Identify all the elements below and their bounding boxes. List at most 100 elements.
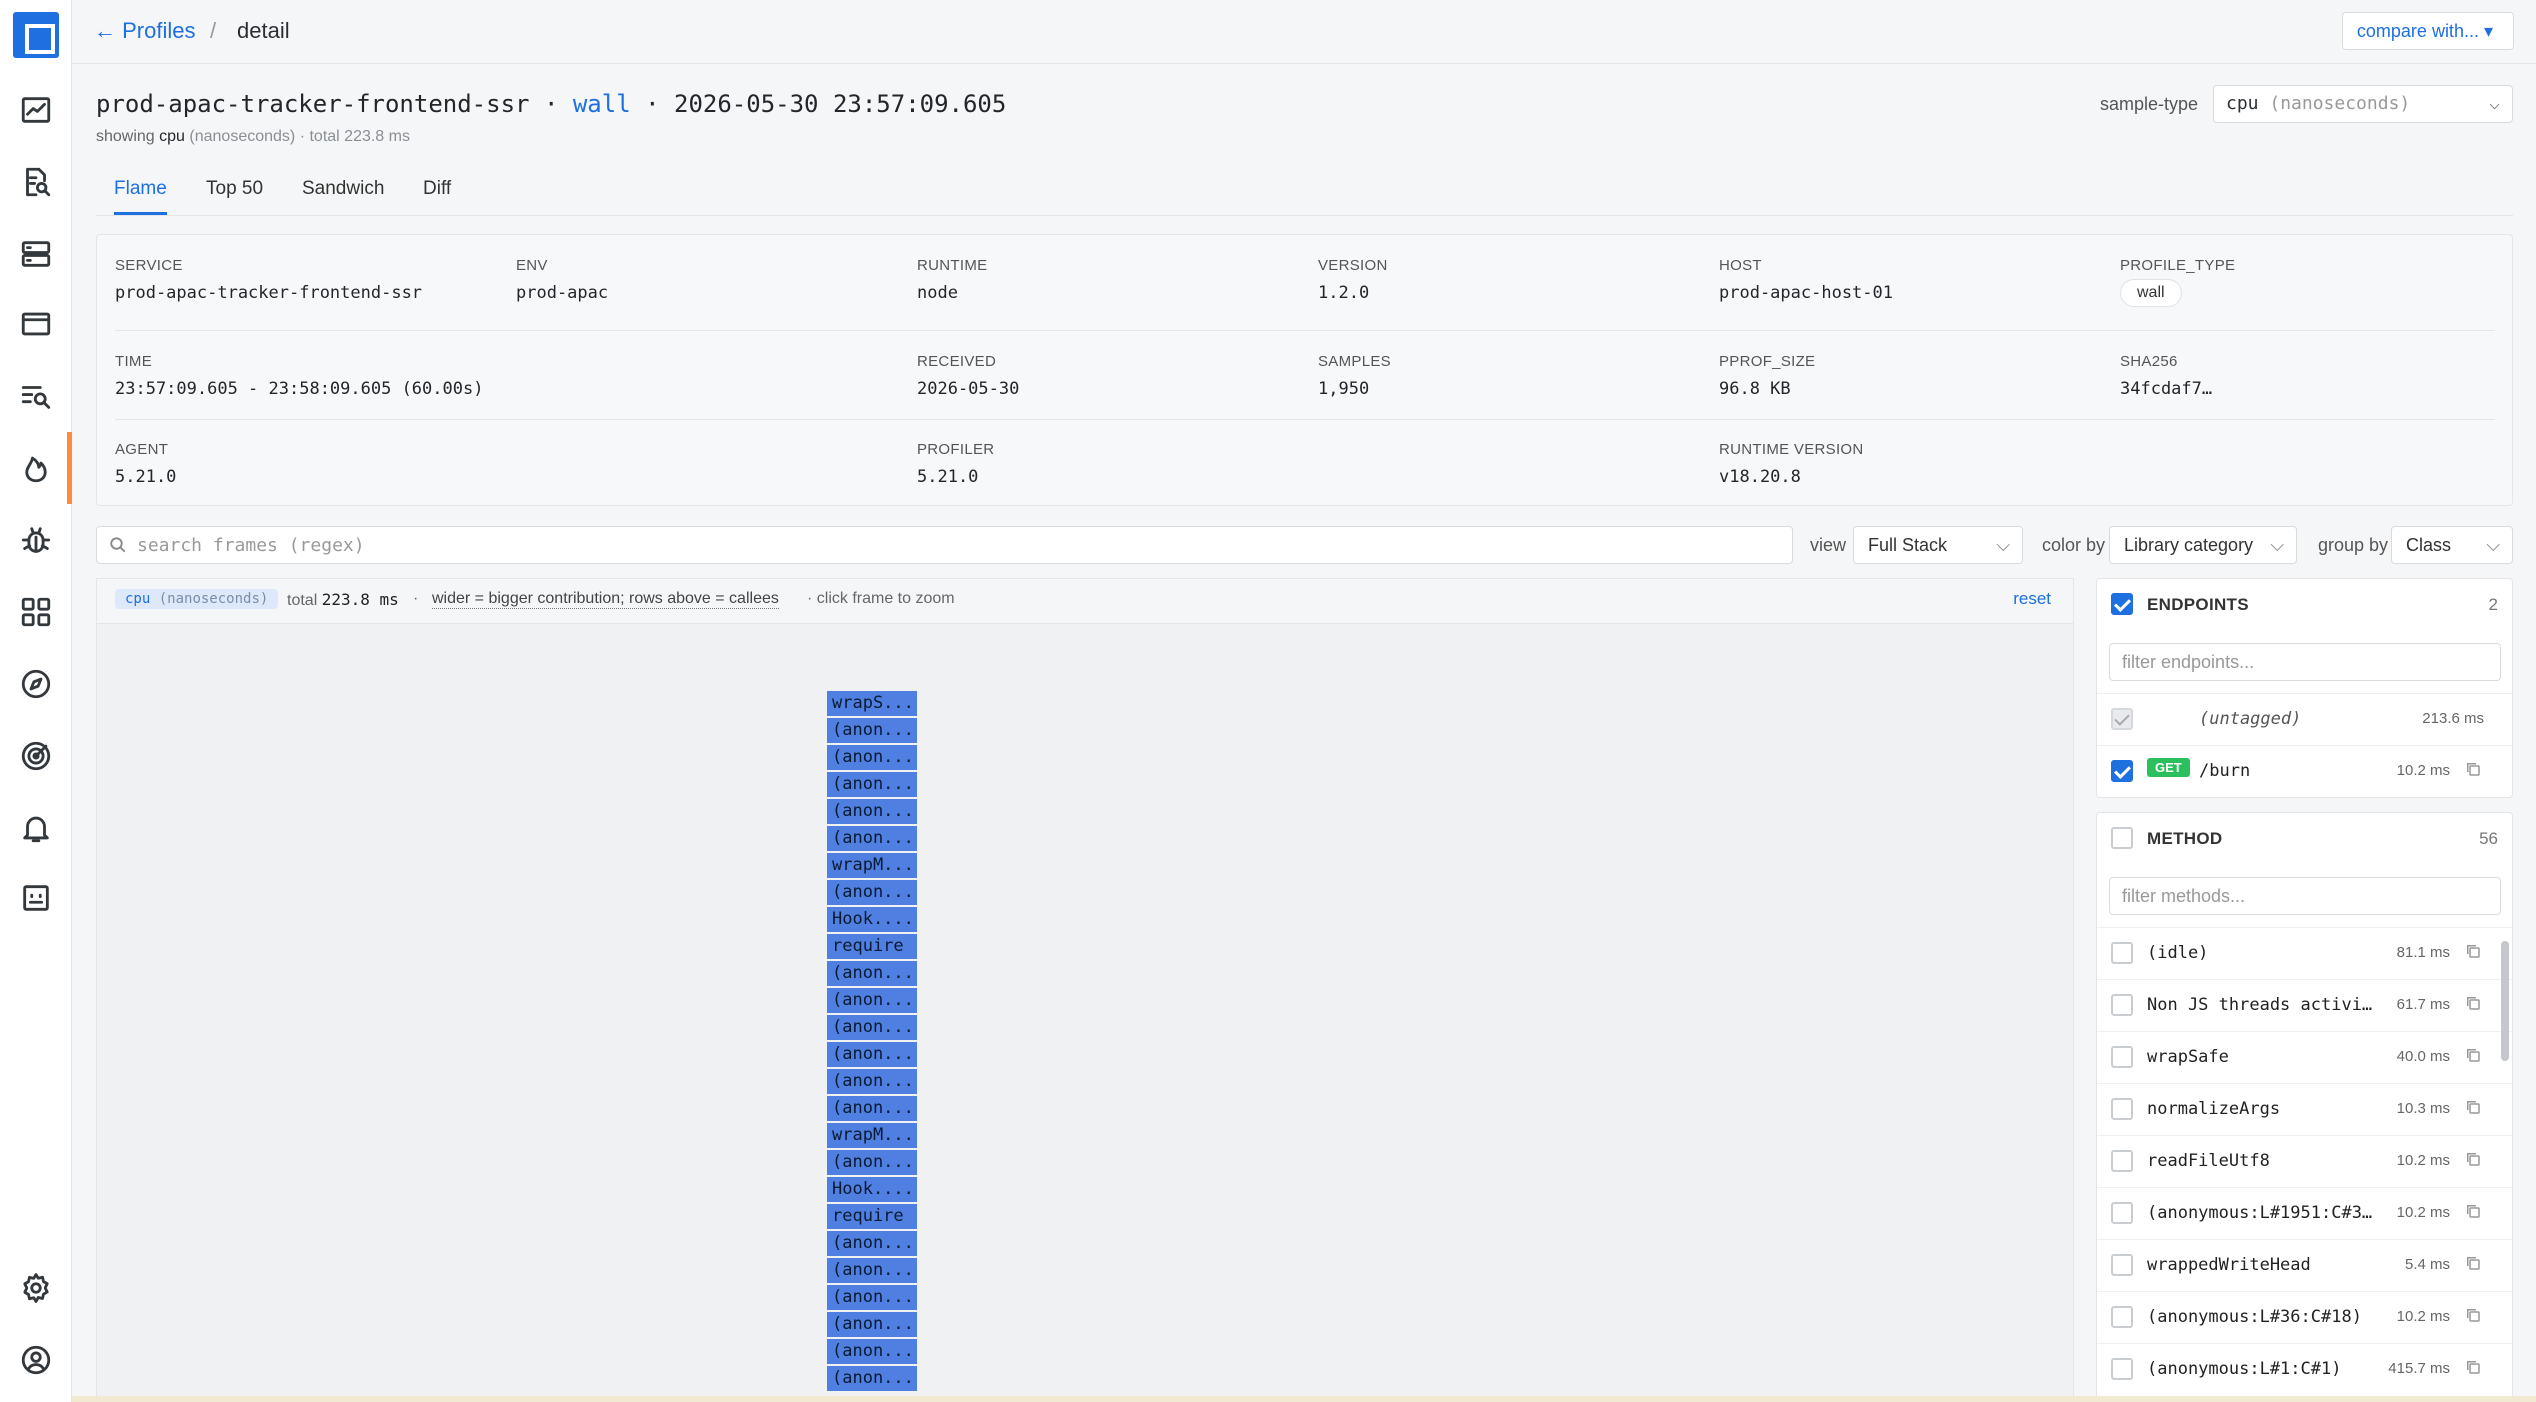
copy-icon[interactable] xyxy=(2464,1254,2482,1272)
chevron-down-icon: ⌵ xyxy=(2489,93,2500,114)
sample-type-select[interactable]: cpu (nanoseconds) ⌵ xyxy=(2213,85,2513,123)
flame-frame[interactable]: (anon... xyxy=(827,1015,917,1040)
bug-icon[interactable] xyxy=(18,522,54,558)
copy-icon[interactable] xyxy=(2464,942,2482,960)
method-checkbox[interactable] xyxy=(2111,1254,2133,1276)
dashboard-grid-icon[interactable] xyxy=(18,594,54,630)
flame-frame[interactable]: (anon... xyxy=(827,826,917,851)
search-icon xyxy=(110,537,126,553)
method-row[interactable]: (anonymous:L#1:C#1) 415.7 ms xyxy=(2097,1343,2512,1395)
flame-frame[interactable]: (anon... xyxy=(827,1285,917,1310)
server-icon[interactable] xyxy=(18,236,54,272)
flame-frame[interactable]: (anon... xyxy=(827,799,917,824)
method-row[interactable]: (idle) 81.1 ms xyxy=(2097,927,2512,979)
flame-frame[interactable]: (anon... xyxy=(827,961,917,986)
method-row[interactable]: readFileUtf8 10.2 ms xyxy=(2097,1135,2512,1187)
gear-icon[interactable] xyxy=(18,1270,54,1306)
flame-frame[interactable]: (anon... xyxy=(827,1366,917,1391)
compass-icon[interactable] xyxy=(18,666,54,702)
endpoint-row[interactable]: (untagged) 213.6 ms xyxy=(2097,693,2512,745)
flame-frame[interactable]: (anon... xyxy=(827,1312,917,1337)
method-row[interactable]: wrappedWriteHead 5.4 ms xyxy=(2097,1239,2512,1291)
flame-frame[interactable]: (anon... xyxy=(827,1339,917,1364)
endpoint-checkbox[interactable] xyxy=(2111,760,2133,782)
flame-frame[interactable]: require xyxy=(827,1204,917,1229)
method-checkbox[interactable] xyxy=(2111,1202,2133,1224)
method-row[interactable]: normalizeArgs 10.3 ms xyxy=(2097,1083,2512,1135)
endpoints-toggle-all-checkbox[interactable] xyxy=(2111,593,2133,615)
document-search-icon[interactable] xyxy=(18,164,54,200)
copy-icon[interactable] xyxy=(2464,994,2482,1012)
flame-frame[interactable]: (anon... xyxy=(827,772,917,797)
tab-sandwich[interactable]: Sandwich xyxy=(302,178,384,212)
flame-frame[interactable]: (anon... xyxy=(827,1258,917,1283)
flame-frame[interactable]: (anon... xyxy=(827,1096,917,1121)
tab-flame[interactable]: Flame xyxy=(114,178,167,215)
compare-with-button[interactable]: compare with... ▾ xyxy=(2341,12,2514,50)
group-by-select[interactable]: Class ⌵ xyxy=(2391,526,2513,564)
methods-count: 56 xyxy=(2479,829,2498,848)
bell-icon[interactable] xyxy=(18,810,54,846)
chart-line-icon[interactable] xyxy=(18,92,54,128)
tab-top-50[interactable]: Top 50 xyxy=(206,178,263,212)
method-checkbox[interactable] xyxy=(2111,1358,2133,1380)
flame-icon[interactable] xyxy=(18,450,54,486)
method-time: 40.0 ms xyxy=(2396,1048,2450,1065)
copy-icon[interactable] xyxy=(2464,1046,2482,1064)
copy-icon[interactable] xyxy=(2464,1098,2482,1116)
flame-frame[interactable]: (anon... xyxy=(827,988,917,1013)
target-icon[interactable] xyxy=(18,738,54,774)
app-logo[interactable] xyxy=(13,12,59,58)
meta-value-received: 2026-05-30 xyxy=(917,379,1020,399)
copy-icon[interactable] xyxy=(2464,760,2482,778)
method-checkbox[interactable] xyxy=(2111,1150,2133,1172)
methods-toggle-all-checkbox[interactable] xyxy=(2111,827,2133,849)
flame-frame[interactable]: (anon... xyxy=(827,1231,917,1256)
meta-key-received: RECEIVED xyxy=(917,353,997,370)
endpoint-checkbox[interactable] xyxy=(2111,708,2133,730)
view-select[interactable]: Full Stack ⌵ xyxy=(1853,526,2023,564)
browser-window-icon[interactable] xyxy=(18,306,54,342)
endpoints-filter-input[interactable] xyxy=(2109,643,2501,681)
flame-frame[interactable]: require xyxy=(827,934,917,959)
flame-frame[interactable]: (anon... xyxy=(827,718,917,743)
color-by-label: color by xyxy=(2042,535,2106,555)
methods-panel: METHOD 56 (idle) 81.1 ms Non JS threads ac… xyxy=(2096,812,2513,1402)
method-row[interactable]: (anonymous:L#1951:C#3… 10.2 ms xyxy=(2097,1187,2512,1239)
color-by-select[interactable]: Library category ⌵ xyxy=(2109,526,2297,564)
copy-icon[interactable] xyxy=(2464,1202,2482,1220)
flame-frame[interactable]: wrapS... xyxy=(827,691,917,716)
log-search-icon[interactable] xyxy=(18,378,54,414)
flame-frame[interactable]: (anon... xyxy=(827,745,917,770)
flame-frame[interactable]: (anon... xyxy=(827,1069,917,1094)
flame-frame[interactable]: Hook.... xyxy=(827,1177,917,1202)
copy-icon[interactable] xyxy=(2464,1150,2482,1168)
method-checkbox[interactable] xyxy=(2111,1046,2133,1068)
methods-filter-input[interactable] xyxy=(2109,877,2501,915)
flame-frame[interactable]: (anon... xyxy=(827,880,917,905)
method-checkbox[interactable] xyxy=(2111,942,2133,964)
copy-icon[interactable] xyxy=(2464,1306,2482,1324)
method-row[interactable]: wrapSafe 40.0 ms xyxy=(2097,1031,2512,1083)
method-row[interactable]: (anonymous:L#36:C#18) 10.2 ms xyxy=(2097,1291,2512,1343)
reset-zoom-link[interactable]: reset xyxy=(2013,589,2051,609)
flame-frame[interactable]: (anon... xyxy=(827,1042,917,1067)
robot-icon[interactable] xyxy=(18,880,54,916)
method-checkbox[interactable] xyxy=(2111,994,2133,1016)
flame-frame[interactable]: wrapM... xyxy=(827,1123,917,1148)
user-avatar-icon[interactable] xyxy=(18,1342,54,1378)
method-checkbox[interactable] xyxy=(2111,1306,2133,1328)
meta-divider xyxy=(115,419,2495,420)
flame-frame[interactable]: (anon... xyxy=(827,1150,917,1175)
breadcrumb-back-link[interactable]: ← Profiles xyxy=(94,18,195,44)
endpoint-row[interactable]: GET /burn 10.2 ms xyxy=(2097,745,2512,797)
flame-frame[interactable]: Hook.... xyxy=(827,907,917,932)
chevron-down-icon: ⌵ xyxy=(1996,535,2010,555)
tab-diff[interactable]: Diff xyxy=(423,178,451,212)
copy-icon[interactable] xyxy=(2464,1358,2482,1376)
flame-frame[interactable]: wrapM... xyxy=(827,853,917,878)
frame-search-input[interactable] xyxy=(137,527,1777,563)
method-checkbox[interactable] xyxy=(2111,1098,2133,1120)
methods-scrollbar[interactable] xyxy=(2501,941,2509,1061)
method-row[interactable]: Non JS threads activi… 61.7 ms xyxy=(2097,979,2512,1031)
